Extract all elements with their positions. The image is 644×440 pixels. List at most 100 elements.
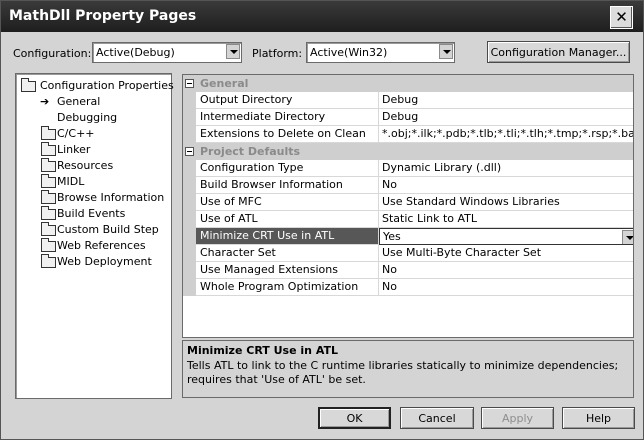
property-name[interactable]: Use Managed Extensions bbox=[196, 262, 379, 279]
property-value[interactable]: Debug bbox=[379, 109, 633, 126]
category-header[interactable]: General bbox=[183, 75, 633, 92]
category-label: General bbox=[200, 77, 249, 90]
collapse-icon[interactable] bbox=[185, 147, 194, 156]
chevron-down-icon[interactable] bbox=[439, 44, 453, 59]
ok-button[interactable]: OK bbox=[318, 407, 391, 429]
tree-item[interactable]: Resources bbox=[16, 158, 166, 173]
help-button[interactable]: Help bbox=[562, 407, 635, 429]
tree-item[interactable]: Custom Build Step bbox=[16, 222, 166, 237]
tree-root-label: Configuration Properties bbox=[40, 79, 174, 92]
tree-item-label: Browse Information bbox=[57, 191, 165, 204]
folder-icon bbox=[41, 190, 56, 204]
tree-item[interactable]: Debugging bbox=[16, 110, 166, 125]
property-name[interactable]: Extensions to Delete on Clean bbox=[196, 126, 379, 143]
property-value[interactable]: Use Standard Windows Libraries bbox=[379, 194, 633, 211]
tree-item[interactable]: Web References bbox=[16, 238, 166, 253]
property-value[interactable]: No bbox=[379, 279, 633, 296]
property-value-text: Yes bbox=[383, 230, 401, 243]
folder-icon bbox=[41, 142, 56, 156]
property-value-text: No bbox=[382, 280, 397, 293]
platform-label: Platform: bbox=[252, 47, 303, 60]
platform-dropdown[interactable]: Active(Win32) bbox=[306, 42, 455, 63]
category-label: Project Defaults bbox=[200, 145, 301, 158]
property-value[interactable]: *.obj;*.ilk;*.pdb;*.tlb;*.tli;*.tlh;*.tm… bbox=[379, 126, 633, 143]
row-gutter bbox=[183, 109, 196, 126]
tree-item[interactable]: Browse Information bbox=[16, 190, 166, 205]
configuration-dropdown[interactable]: Active(Debug) bbox=[92, 42, 242, 63]
property-value[interactable]: Dynamic Library (.dll) bbox=[379, 160, 633, 177]
property-value[interactable]: Yes bbox=[379, 228, 633, 245]
tree-item-label: Web Deployment bbox=[57, 255, 152, 268]
property-row[interactable]: Minimize CRT Use in ATL Yes bbox=[183, 228, 633, 245]
property-name[interactable]: Whole Program Optimization bbox=[196, 279, 379, 296]
tree-item[interactable]: Linker bbox=[16, 142, 166, 157]
row-gutter bbox=[183, 262, 196, 279]
property-value-text: Debug bbox=[382, 93, 419, 106]
property-name[interactable]: Build Browser Information bbox=[196, 177, 379, 194]
row-gutter bbox=[183, 160, 196, 177]
tree-item[interactable]: ➔ General bbox=[16, 94, 166, 109]
property-name[interactable]: Character Set bbox=[196, 245, 379, 262]
row-gutter bbox=[183, 245, 196, 262]
tree-item[interactable]: Web Deployment bbox=[16, 254, 166, 269]
configuration-manager-button[interactable]: Configuration Manager... bbox=[487, 41, 630, 63]
property-value-text: Dynamic Library (.dll) bbox=[382, 161, 502, 174]
row-gutter bbox=[183, 92, 196, 109]
row-gutter bbox=[183, 211, 196, 228]
row-gutter bbox=[183, 126, 196, 143]
property-name[interactable]: Intermediate Directory bbox=[196, 109, 379, 126]
property-value-text: Static Link to ATL bbox=[382, 212, 478, 225]
tree-item-label: Resources bbox=[57, 159, 114, 172]
property-name[interactable]: Minimize CRT Use in ATL bbox=[196, 228, 379, 245]
tree-item[interactable]: Build Events bbox=[16, 206, 166, 221]
category-header[interactable]: Project Defaults bbox=[183, 143, 633, 160]
property-value[interactable]: No bbox=[379, 177, 633, 194]
property-row[interactable]: Output Directory Debug bbox=[183, 92, 633, 109]
tree-item[interactable]: C/C++ bbox=[16, 126, 166, 141]
tree-item-label: Linker bbox=[57, 143, 91, 156]
property-value[interactable]: Static Link to ATL bbox=[379, 211, 633, 228]
property-row[interactable]: Use of ATL Static Link to ATL bbox=[183, 211, 633, 228]
property-value-text: Debug bbox=[382, 110, 419, 123]
property-value[interactable]: No bbox=[379, 262, 633, 279]
property-value[interactable]: Debug bbox=[379, 92, 633, 109]
row-gutter bbox=[183, 177, 196, 194]
tree-item-label: Debugging bbox=[57, 111, 118, 124]
open-folder-icon bbox=[21, 78, 36, 92]
property-value[interactable]: Use Multi-Byte Character Set bbox=[379, 245, 633, 262]
property-row[interactable]: Character Set Use Multi-Byte Character Se… bbox=[183, 245, 633, 262]
title-bar: MathDll Property Pages ✕ bbox=[1, 1, 643, 32]
folder-icon bbox=[41, 254, 56, 268]
property-name[interactable]: Use of MFC bbox=[196, 194, 379, 211]
close-button[interactable]: ✕ bbox=[610, 6, 633, 29]
property-name[interactable]: Output Directory bbox=[196, 92, 379, 109]
tree-root[interactable]: Configuration Properties bbox=[21, 78, 174, 93]
chevron-down-icon[interactable] bbox=[226, 44, 240, 59]
apply-button[interactable]: Apply bbox=[481, 407, 554, 429]
property-name[interactable]: Configuration Type bbox=[196, 160, 379, 177]
property-row[interactable]: Whole Program Optimization No bbox=[183, 279, 633, 296]
tree-item-label: General bbox=[57, 95, 101, 108]
folder-icon bbox=[41, 222, 56, 236]
description-panel: Minimize CRT Use in ATL Tells ATL to lin… bbox=[182, 340, 634, 398]
property-row[interactable]: Extensions to Delete on Clean *.obj;*.ilk… bbox=[183, 126, 633, 143]
property-row[interactable]: Use Managed Extensions No bbox=[183, 262, 633, 279]
property-value-text: No bbox=[382, 263, 397, 276]
property-row[interactable]: Build Browser Information No bbox=[183, 177, 633, 194]
collapse-icon[interactable] bbox=[185, 79, 194, 88]
tree-item-label: Custom Build Step bbox=[57, 223, 159, 236]
property-row[interactable]: Configuration Type Dynamic Library (.dll) bbox=[183, 160, 633, 177]
folder-icon bbox=[41, 174, 56, 188]
property-pages-dialog: MathDll Property Pages ✕ Configuration: … bbox=[0, 0, 644, 440]
property-name[interactable]: Use of ATL bbox=[196, 211, 379, 228]
window-title: MathDll Property Pages bbox=[9, 8, 197, 24]
property-row[interactable]: Intermediate Directory Debug bbox=[183, 109, 633, 126]
row-gutter bbox=[183, 228, 196, 245]
property-value-text: No bbox=[382, 178, 397, 191]
chevron-down-icon[interactable] bbox=[622, 230, 633, 244]
property-value-text: Use Multi-Byte Character Set bbox=[382, 246, 542, 259]
platform-value: Active(Win32) bbox=[310, 46, 388, 59]
tree-item[interactable]: MIDL bbox=[16, 174, 166, 189]
cancel-button[interactable]: Cancel bbox=[400, 407, 474, 429]
property-row[interactable]: Use of MFC Use Standard Windows Libraries bbox=[183, 194, 633, 211]
